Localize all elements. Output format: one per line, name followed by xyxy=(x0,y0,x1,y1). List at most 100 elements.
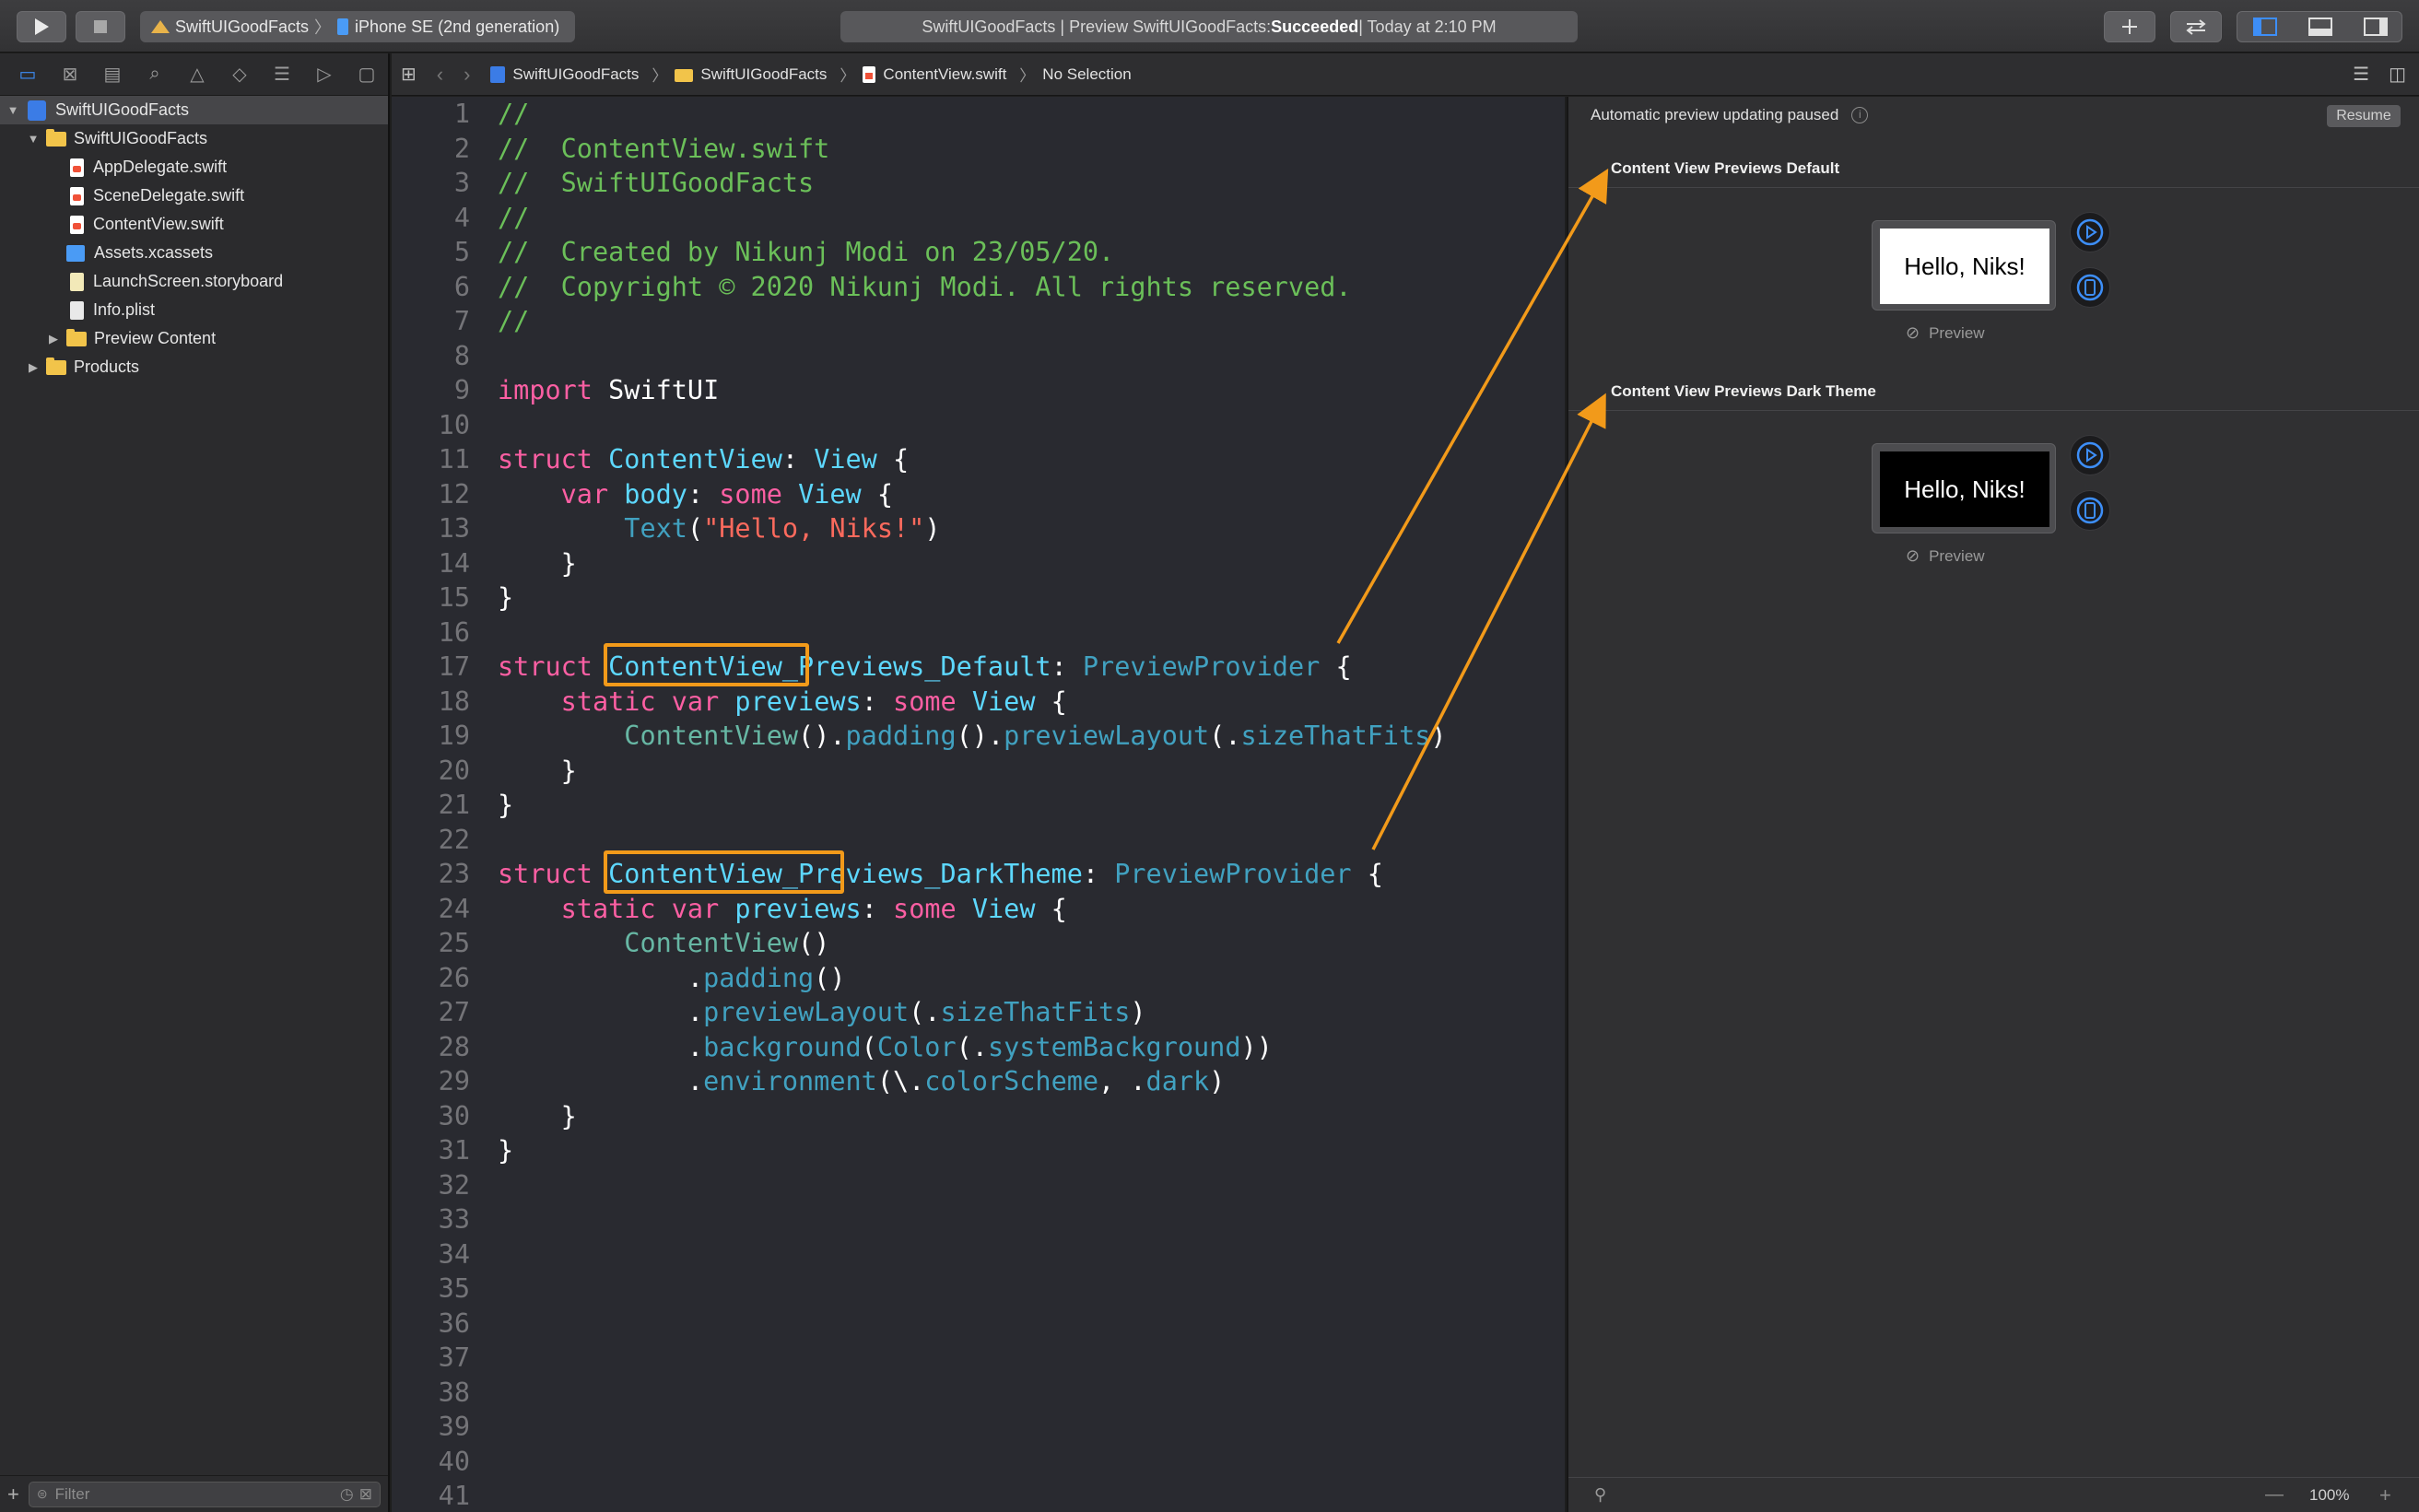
breadcrumb-group[interactable]: SwiftUIGoodFacts xyxy=(675,65,827,84)
preview-status-text: Automatic preview updating paused xyxy=(1591,106,1839,123)
zoom-in-icon[interactable]: + xyxy=(2379,1483,2391,1507)
test-icon[interactable]: ◇ xyxy=(223,58,256,91)
filter-input[interactable]: ⊜ Filter ◷ ⊠ xyxy=(28,1481,381,1507)
activity-text: SwiftUIGoodFacts | Preview SwiftUIGoodFa… xyxy=(922,17,1272,36)
toolbar: SwiftUIGoodFacts 〉 iPhone SE (2nd genera… xyxy=(0,0,2419,53)
stop-button[interactable] xyxy=(76,11,125,42)
tree-item-products[interactable]: ▶ Products xyxy=(26,353,139,381)
disclosure-closed-icon[interactable]: ▶ xyxy=(26,360,41,375)
tree-item-infoplist[interactable]: Info.plist xyxy=(70,296,155,324)
tree-item-scenedelegate[interactable]: SceneDelegate.swift xyxy=(70,182,244,210)
enum-case: sizeThatFits xyxy=(940,997,1131,1027)
folder-icon xyxy=(66,328,87,346)
live-preview-button[interactable] xyxy=(2070,435,2110,475)
run-button[interactable] xyxy=(17,11,66,42)
tree-item-label: Preview Content xyxy=(94,329,217,347)
breadcrumb-label: SwiftUIGoodFacts xyxy=(512,64,640,83)
breadcrumb-project[interactable]: SwiftUIGoodFacts xyxy=(490,65,639,84)
divider xyxy=(1568,187,2419,188)
line-number: 8 xyxy=(453,340,470,371)
split-editor-icon[interactable]: ◫ xyxy=(2389,63,2406,86)
play-circle-icon xyxy=(2076,218,2104,246)
line-number: 32 xyxy=(438,1169,470,1201)
report-icon[interactable]: ▢ xyxy=(350,58,383,91)
disclosure-open-icon[interactable]: ▼ xyxy=(26,132,41,146)
line-number: 5 xyxy=(453,237,470,267)
inspector-toggle-icon[interactable] xyxy=(2348,12,2403,41)
divider xyxy=(1568,410,2419,411)
tree-item-label: SwiftUIGoodFacts xyxy=(74,129,208,147)
debug-icon[interactable]: ☰ xyxy=(265,58,299,91)
keyword: var xyxy=(671,686,720,717)
line-number: 7 xyxy=(453,306,470,336)
tree-item-label: Assets.xcassets xyxy=(94,243,214,262)
type-name: ContentView xyxy=(624,928,799,958)
line-number: 29 xyxy=(438,1066,470,1096)
breadcrumb-label: No Selection xyxy=(1042,64,1132,83)
tree-item-contentview[interactable]: ContentView.swift xyxy=(70,210,224,239)
line-number: 33 xyxy=(438,1204,470,1235)
device-icon xyxy=(337,18,349,35)
related-items-icon[interactable]: ⊞ xyxy=(401,63,417,86)
forward-icon[interactable]: › xyxy=(464,63,470,87)
preview-on-device-button[interactable] xyxy=(2070,267,2110,308)
source-editor[interactable]: 1 // 2 // ContentView.swift 3 // SwiftUIGoo… xyxy=(392,97,1565,1512)
recent-files-icon[interactable]: ◷ xyxy=(340,1485,354,1504)
source-control-icon[interactable]: ⊠ xyxy=(53,58,87,91)
swift-file-icon xyxy=(70,158,84,177)
folder-icon[interactable]: ▭ xyxy=(11,58,44,91)
back-icon[interactable]: ‹ xyxy=(437,63,443,87)
canvas-status-bar: Automatic preview updating paused i Resu… xyxy=(1568,97,2419,134)
zoom-level[interactable]: 100% xyxy=(2309,1486,2349,1505)
tree-item-preview-content[interactable]: ▶ Preview Content xyxy=(46,324,216,353)
line-number: 13 xyxy=(438,513,470,544)
scheme-device[interactable]: iPhone SE (2nd generation) xyxy=(355,18,559,37)
debug-area-toggle-icon[interactable] xyxy=(2293,12,2348,41)
info-icon[interactable]: i xyxy=(1851,107,1869,123)
preview-device[interactable]: Hello, Niks! xyxy=(1872,443,2056,533)
property-name: body xyxy=(624,478,687,510)
keyword: import xyxy=(498,375,593,405)
filter-placeholder: Filter xyxy=(54,1484,90,1503)
swift-file-icon xyxy=(70,186,84,205)
breakpoint-icon[interactable]: ▷ xyxy=(308,58,341,91)
warning-icon[interactable]: △ xyxy=(181,58,214,91)
filter-icon: ⊜ xyxy=(36,1486,48,1501)
navigator-toggle-icon[interactable] xyxy=(2237,12,2293,41)
source-control-filter-icon[interactable]: ⊠ xyxy=(359,1485,372,1504)
disclosure-open-icon[interactable]: ▼ xyxy=(6,103,20,117)
breadcrumb-file[interactable]: ContentView.swift xyxy=(863,65,1006,84)
tree-item-label: SceneDelegate.swift xyxy=(93,186,245,205)
live-preview-button[interactable] xyxy=(2070,212,2110,252)
symbol-icon[interactable]: ▤ xyxy=(96,58,129,91)
zoom-out-icon[interactable]: — xyxy=(2265,1484,2284,1506)
breadcrumb-selection[interactable]: No Selection xyxy=(1042,65,1131,84)
search-icon[interactable]: ⌕ xyxy=(138,58,171,91)
tree-item-project[interactable]: ▼ SwiftUIGoodFacts xyxy=(0,96,388,124)
add-icon[interactable]: + xyxy=(7,1483,19,1506)
line-number: 19 xyxy=(438,721,470,751)
code-review-button[interactable] xyxy=(2170,11,2222,42)
tree-item-assets[interactable]: Assets.xcassets xyxy=(66,239,213,267)
line-number: 6 xyxy=(453,271,470,302)
tree-item-launchscreen[interactable]: LaunchScreen.storyboard xyxy=(70,267,283,296)
editor-options-icon[interactable]: ☰ xyxy=(2353,63,2369,86)
preview-on-device-button[interactable] xyxy=(2070,490,2110,531)
preview-label[interactable]: ⊘ Preview xyxy=(1906,323,1985,343)
method-name: padding xyxy=(845,721,957,751)
preview-device[interactable]: Hello, Niks! xyxy=(1872,220,2056,311)
disclosure-closed-icon[interactable]: ▶ xyxy=(46,332,61,346)
resume-button[interactable]: Resume xyxy=(2327,105,2401,127)
navigator-filter-bar: + ⊜ Filter ◷ ⊠ xyxy=(0,1475,388,1512)
panel-toggles xyxy=(2237,11,2402,42)
tree-item-group[interactable]: ▼ SwiftUIGoodFacts xyxy=(26,124,207,153)
chevron-right-icon: 〉 xyxy=(1019,67,1036,85)
scheme-selector[interactable]: SwiftUIGoodFacts 〉 iPhone SE (2nd genera… xyxy=(140,11,575,42)
play-circle-icon xyxy=(2076,441,2104,469)
pin-icon[interactable]: ⚲ xyxy=(1594,1485,1606,1505)
tree-item-appdelegate[interactable]: AppDelegate.swift xyxy=(70,153,227,182)
preview-label[interactable]: ⊘ Preview xyxy=(1906,546,1985,566)
library-button[interactable] xyxy=(2104,11,2155,42)
preview-canvas: Automatic preview updating paused i Resu… xyxy=(1567,97,2419,1512)
preview-screen-text: Hello, Niks! xyxy=(1880,451,2049,527)
